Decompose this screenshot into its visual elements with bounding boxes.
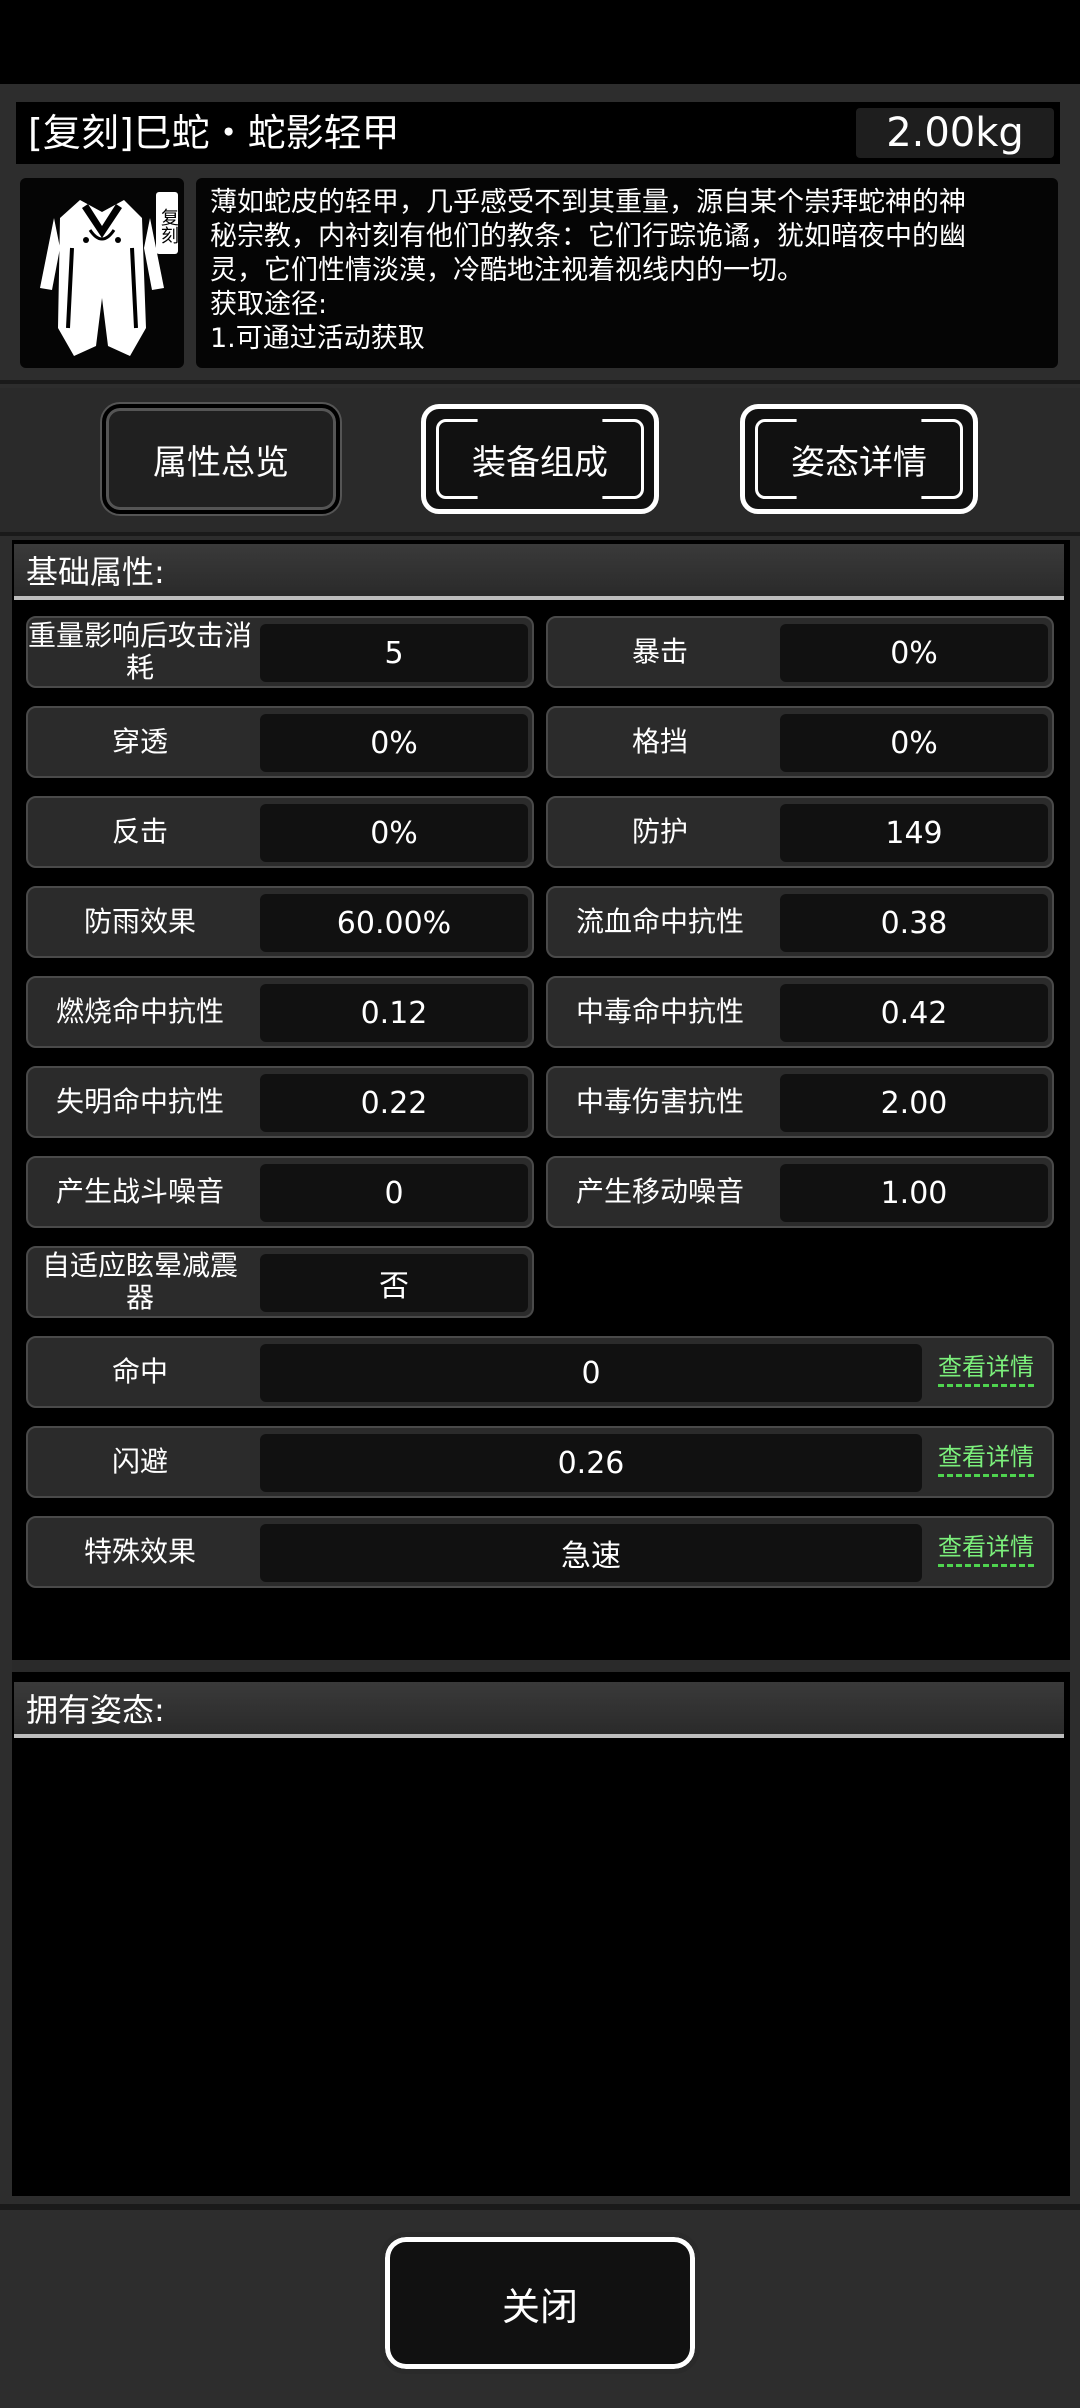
stat-label: 格挡 [631,725,688,758]
stat-label: 失明命中抗性 [55,1085,224,1118]
stat-burn-resist: 燃烧命中抗性 0.12 [26,976,534,1048]
stat-counter: 反击 0% [26,796,534,868]
stat-label: 产生移动噪音 [575,1175,744,1208]
stat-label: 产生战斗噪音 [55,1175,224,1208]
stat-value: 0.12 [260,984,528,1042]
stat-value: 否 [260,1254,528,1312]
divider [0,380,1080,384]
stat-label: 反击 [111,815,168,848]
stat-value: 0% [260,714,528,772]
stat-label: 防护 [631,815,688,848]
stat-block: 格挡 0% [546,706,1054,778]
tab-stance-details[interactable]: 姿态详情 [740,404,978,514]
tab-attribute-overview[interactable]: 属性总览 [102,404,340,514]
stat-penetration: 穿透 0% [26,706,534,778]
stat-value: 0.26 [260,1434,922,1492]
divider [0,2204,1080,2210]
stat-poison-damage-resist: 中毒伤害抗性 2.00 [546,1066,1054,1138]
section-stances: 拥有姿态: [14,1682,1064,1738]
stat-value: 149 [780,804,1048,862]
description-line: 薄如蛇皮的轻甲，几乎感受不到其重量，源自某个崇拜蛇神的神 [210,187,966,218]
stat-label: 穿透 [111,725,168,758]
stat-value: 0.22 [260,1074,528,1132]
stat-label: 暴击 [631,635,688,668]
stat-label: 特殊效果 [83,1535,196,1568]
stat-value: 0.42 [780,984,1048,1042]
stat-value: 0 [260,1344,922,1402]
stat-protection: 防护 149 [546,796,1054,868]
section-basic-attributes: 基础属性: [14,544,1064,600]
stat-value: 0% [780,624,1048,682]
tab-label: 装备组成 [472,442,608,483]
description-line: 秘宗教，内衬刻有他们的教条：它们行踪诡谲，犹如暗夜中的幽 [210,221,966,252]
divider [0,532,1080,536]
close-button[interactable]: 关闭 [380,2232,700,2374]
stat-value: 60.00% [260,894,528,952]
stat-label: 中毒伤害抗性 [575,1085,744,1118]
stat-special-effect: 特殊效果 急速 查看详情 [26,1516,1054,1588]
tab-label: 属性总览 [153,442,289,483]
stat-dodge: 闪避 0.26 查看详情 [26,1426,1054,1498]
stat-blind-resist: 失明命中抗性 0.22 [26,1066,534,1138]
stat-bleed-resist: 流血命中抗性 0.38 [546,886,1054,958]
stat-accuracy: 命中 0 查看详情 [26,1336,1054,1408]
stat-label: 燃烧命中抗性 [55,995,224,1028]
stat-crit: 暴击 0% [546,616,1054,688]
stat-value: 0% [780,714,1048,772]
stat-stun-absorber: 自适应眩晕减震器 否 [26,1246,534,1318]
item-icon-box: 复刻 [20,178,184,368]
stat-value: 1.00 [780,1164,1048,1222]
section-divider [12,1660,1070,1672]
stat-label: 中毒命中抗性 [575,995,744,1028]
stat-rain-proof: 防雨效果 60.00% [26,886,534,958]
stat-value: 急速 [260,1524,922,1582]
stat-value: 0 [260,1164,528,1222]
replica-badge: 复刻 [156,192,179,254]
acquire-method: 1.可通过活动获取 [210,323,425,354]
stat-attack-cost: 重量影响后攻击消耗 5 [26,616,534,688]
stat-label: 自适应眩晕减震器 [41,1249,238,1314]
acquire-heading: 获取途径: [210,289,328,320]
tab-label: 姿态详情 [791,442,927,483]
view-details-link[interactable]: 查看详情 [938,1532,1034,1567]
stat-poison-resist: 中毒命中抗性 0.42 [546,976,1054,1048]
stat-label: 闪避 [111,1445,168,1478]
view-details-link[interactable]: 查看详情 [938,1442,1034,1477]
stat-label: 流血命中抗性 [575,905,744,938]
tab-equipment-composition[interactable]: 装备组成 [421,404,659,514]
stat-move-noise: 产生移动噪音 1.00 [546,1156,1054,1228]
stat-combat-noise: 产生战斗噪音 0 [26,1156,534,1228]
stat-label: 命中 [111,1355,168,1388]
stat-label: 防雨效果 [83,905,196,938]
stat-value: 5 [260,624,528,682]
description-line: 灵，它们性情淡漠，冷酷地注视着视线内的一切。 [210,255,804,286]
stat-label: 重量影响后攻击消耗 [28,619,253,684]
stat-value: 0.38 [780,894,1048,952]
item-title: [复刻]巳蛇・蛇影轻甲 [28,111,400,155]
stat-value: 2.00 [780,1074,1048,1132]
item-weight: 2.00kg [856,108,1054,158]
view-details-link[interactable]: 查看详情 [938,1352,1034,1387]
stat-value: 0% [260,804,528,862]
item-description: 薄如蛇皮的轻甲，几乎感受不到其重量，源自某个崇拜蛇神的神 秘宗教，内衬刻有他们的… [196,178,1058,368]
